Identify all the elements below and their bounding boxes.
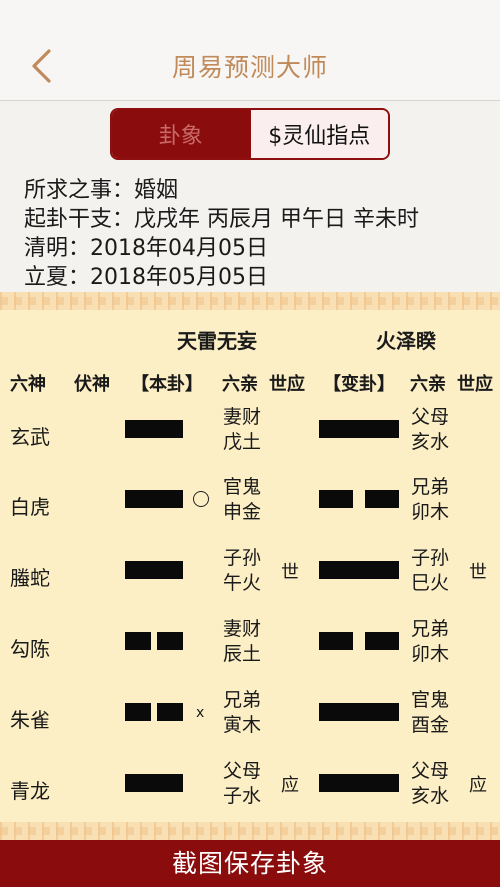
changed-relation: 兄弟 [410,476,449,498]
six-spirit-label: 青龙 [10,779,50,803]
save-screenshot-button[interactable]: 截图保存卦象 [0,840,500,887]
six-spirit-label: 玄武 [10,425,50,449]
header-world2: 世应 [457,374,493,395]
main-relation: 妻财 [222,618,261,640]
hexagram-row: 勾陈 妻财辰土 兄弟卯木 [0,611,500,671]
hexagram-row: 玄武 妻财戊土 父母亥水 [0,399,500,459]
main-relation: 父母 [222,760,261,782]
main-branch: 子水 [222,785,261,807]
changed-branch: 亥水 [410,431,449,453]
changed-relation: 子孙 [410,547,449,569]
changed-yin-line [319,632,353,650]
page-title: 周易预测大师 [171,53,328,82]
changed-branch: 卯木 [410,501,449,523]
changed-branch: 巳火 [410,572,449,594]
segment-control: 卦象 $灵仙指点 [110,108,390,160]
main-yin-line [157,632,183,650]
header-changed: 【变卦】 [323,374,395,395]
changed-branch: 亥水 [410,785,449,807]
six-spirit-label: 勾陈 [10,637,50,661]
header-relation2: 六亲 [410,374,446,395]
main-yin-line [125,703,151,721]
changed-branch: 酉金 [410,714,449,736]
main-yin-line [157,703,183,721]
header-spirit: 六神 [10,374,46,395]
changed-yin-line [319,490,353,508]
matter-row: 所求之事：婚姻 [24,176,419,205]
six-spirit-label: 螣蛇 [10,566,50,590]
six-spirit-label: 白虎 [10,495,50,519]
main-branch: 戊土 [222,431,261,453]
changed-yin-line [365,490,399,508]
divination-info: 所求之事：婚姻 起卦干支：戊戌年 丙辰月 甲午日 辛未时 清明：2018年04月… [24,176,419,292]
header-hidden: 伏神 [74,374,110,395]
main-branch: 辰土 [222,643,261,665]
changed-yang-line [319,774,399,792]
nav-bar: 周易预测大师 [0,0,500,101]
changed-yin-line [365,632,399,650]
main-relation: 官鬼 [222,476,261,498]
decorative-border [0,822,500,840]
six-spirit-label: 朱雀 [10,708,50,732]
main-branch: 午火 [222,572,261,594]
changed-relation: 兄弟 [410,618,449,640]
time-value: 戊戌年 丙辰月 甲午日 辛未时 [134,207,419,232]
hexagram-row: 白虎 官鬼申金 兄弟卯木 [0,469,500,529]
main-branch: 寅木 [222,714,261,736]
main-branch: 申金 [222,501,261,523]
changed-relation: 官鬼 [410,689,449,711]
changed-world-mark: 应 [469,775,487,796]
tab-master-advice[interactable]: $灵仙指点 [249,110,388,158]
changed-relation: 父母 [410,760,449,782]
header-relation: 六亲 [222,374,258,395]
changed-world-mark: 世 [469,562,487,583]
tab-hexagram[interactable]: 卦象 [112,110,250,158]
term1-row: 清明：2018年04月05日 [24,234,419,263]
decorative-border [0,292,500,310]
term1-label: 清明： [24,236,91,261]
changed-hexagram-name: 火泽睽 [376,329,436,353]
main-yang-line [125,774,183,792]
main-yang-line [125,420,183,438]
changed-relation: 父母 [410,406,449,428]
main-yang-line [125,561,183,579]
changed-yang-line [319,420,399,438]
main-hexagram-name: 天雷无妄 [177,329,257,353]
main-world-mark: 世 [281,562,299,583]
main-yang-line [125,490,183,508]
changed-yang-line [319,561,399,579]
moving-yang-circle-icon [193,491,209,507]
term2-row: 立夏：2018年05月05日 [24,263,419,292]
main-relation: 兄弟 [222,689,261,711]
main-world-mark: 应 [281,775,299,796]
main-relation: 子孙 [222,547,261,569]
matter-label: 所求之事： [24,178,135,203]
time-label: 起卦干支： [24,207,135,232]
header-world: 世应 [269,374,305,395]
changed-yang-line [319,703,399,721]
hexagram-row: 朱雀 x 兄弟寅木 官鬼酉金 [0,682,500,742]
changed-branch: 卯木 [410,643,449,665]
main-yin-line [125,632,151,650]
main-relation: 妻财 [222,406,261,428]
matter-value: 婚姻 [134,178,179,203]
hexagram-row: 青龙 父母 子水应父母 亥水应 [0,753,500,813]
term2-value: 2018年05月05日 [90,265,268,290]
term2-label: 立夏： [24,265,91,290]
term1-value: 2018年04月05日 [90,236,268,261]
hexagram-row: 螣蛇 子孙 午火世子孙 巳火世 [0,540,500,600]
time-row: 起卦干支：戊戌年 丙辰月 甲午日 辛未时 [24,205,419,234]
header-main: 【本卦】 [131,374,203,395]
moving-yin-x-icon: x [196,705,205,721]
